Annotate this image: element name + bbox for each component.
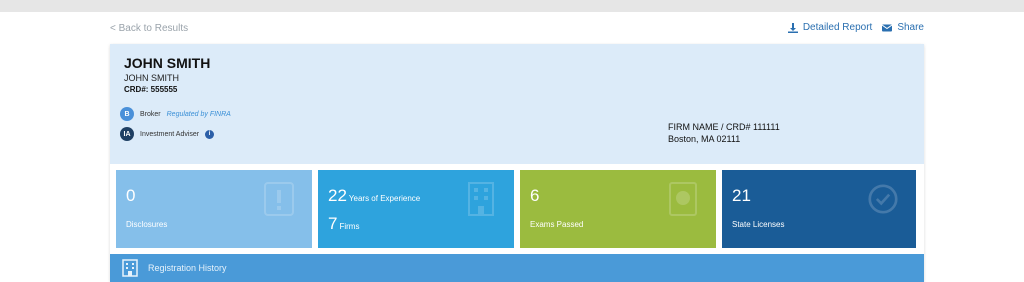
firms-value: 7 xyxy=(328,214,338,233)
share-button[interactable]: Share xyxy=(882,22,924,33)
crd-number: CRD#: 555555 xyxy=(124,85,178,94)
exams-count: 6 xyxy=(530,186,540,205)
profile-name-sub: JOHN SMITH xyxy=(124,73,179,83)
envelope-icon xyxy=(882,24,893,31)
firm-info: FIRM NAME / CRD# 111111 Boston, MA 02111 xyxy=(668,121,780,145)
check-circle-icon xyxy=(868,184,898,214)
disclosures-count: 0 xyxy=(126,186,136,205)
summary-tiles: 0 Disclosures 22 Years of Experience 7 Fir… xyxy=(116,170,922,248)
licenses-label: State Licenses xyxy=(732,220,785,229)
finra-regulated-link[interactable]: Regulated by FINRA xyxy=(167,111,231,118)
document-alert-icon xyxy=(264,182,294,216)
registration-history-label: Registration History xyxy=(148,263,227,273)
profile-name: JOHN SMITH xyxy=(124,55,211,71)
experience-years: 22 Years of Experience xyxy=(328,186,420,206)
download-icon xyxy=(787,22,798,33)
info-icon[interactable]: i xyxy=(205,129,215,139)
advisor-role: IA Investment Adviser i xyxy=(120,127,215,141)
years-value: 22 xyxy=(328,186,347,205)
registration-history-bar[interactable]: Registration History xyxy=(110,254,924,282)
profile-header: JOHN SMITH JOHN SMITH CRD#: 555555 B Bro… xyxy=(110,44,924,164)
top-bar xyxy=(0,0,1024,12)
disclosures-label: Disclosures xyxy=(126,220,168,229)
profile-card: JOHN SMITH JOHN SMITH CRD#: 555555 B Bro… xyxy=(110,44,924,282)
share-label: Share xyxy=(897,22,924,33)
firms-label: Firms xyxy=(339,222,360,231)
licenses-tile[interactable]: 21 State Licenses xyxy=(722,170,916,248)
exams-tile[interactable]: 6 Exams Passed xyxy=(520,170,716,248)
firm-location: Boston, MA 02111 xyxy=(668,134,741,144)
detailed-report-button[interactable]: Detailed Report xyxy=(787,22,873,33)
advisor-badge: IA xyxy=(120,127,134,141)
back-to-results-link[interactable]: < Back to Results xyxy=(110,23,188,34)
broker-label: Broker xyxy=(140,110,161,118)
report-actions: Detailed Report Share xyxy=(787,22,924,33)
firms-count: 7 Firms xyxy=(328,214,359,234)
licenses-count: 21 xyxy=(732,186,751,205)
building-icon xyxy=(122,259,138,277)
experience-tile[interactable]: 22 Years of Experience 7 Firms xyxy=(318,170,514,248)
advisor-label: Investment Adviser xyxy=(140,130,200,138)
detailed-report-label: Detailed Report xyxy=(802,22,873,33)
exams-label: Exams Passed xyxy=(530,220,584,229)
years-label: Years of Experience xyxy=(348,194,421,203)
broker-badge: B xyxy=(120,107,134,121)
firm-name: FIRM NAME / CRD# 111111 xyxy=(668,122,780,132)
building-icon xyxy=(468,182,494,216)
certificate-icon xyxy=(669,182,697,216)
broker-role: B Broker Regulated by FINRA xyxy=(120,107,231,121)
disclosures-tile[interactable]: 0 Disclosures xyxy=(116,170,312,248)
